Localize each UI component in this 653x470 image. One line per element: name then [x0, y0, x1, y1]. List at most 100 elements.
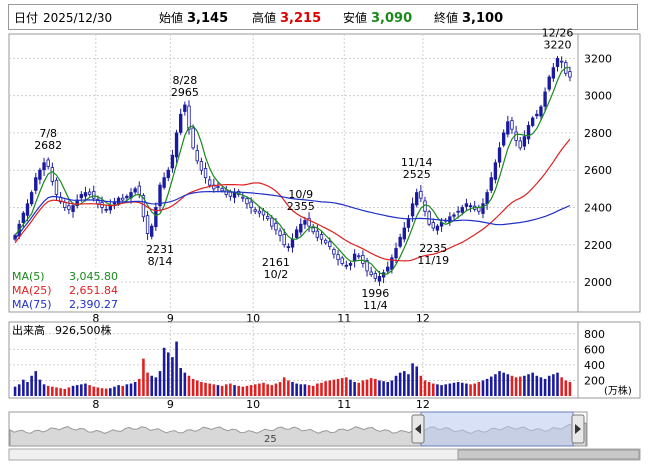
volume-bar [216, 385, 220, 396]
volume-bar [349, 379, 352, 396]
volume-bar [531, 372, 534, 396]
volume-bar [282, 377, 286, 396]
volume-bar [179, 368, 182, 396]
candle-body [257, 210, 262, 214]
volume-bar [88, 385, 91, 396]
candle-body [121, 197, 125, 201]
volume-bar [200, 382, 203, 396]
candle-body [452, 214, 456, 217]
candle-body [357, 255, 361, 258]
month-label: 9 [167, 398, 174, 411]
volume-bar [564, 380, 568, 396]
volume-bar [55, 387, 58, 396]
volume-bar [469, 384, 472, 396]
volume-bar [452, 382, 456, 396]
candle-body [199, 161, 204, 171]
volume-bar [229, 383, 232, 396]
volume-bar [440, 385, 443, 396]
candle-body [274, 222, 278, 231]
legend-ma75-label: MA(75) [12, 298, 52, 311]
candle-body [518, 140, 522, 149]
volume-bar [30, 375, 33, 396]
candle-body [170, 154, 175, 169]
candle-body [290, 238, 295, 248]
candle-body [539, 106, 543, 117]
volume-bar [436, 384, 439, 396]
navigator-left-handle[interactable] [411, 414, 425, 444]
volume-bar [477, 382, 481, 396]
candle-body [344, 264, 349, 267]
volume-bar [142, 358, 145, 396]
volume-bar [34, 371, 38, 396]
candle-body [568, 71, 572, 78]
month-label: 12 [416, 398, 430, 411]
volume-bar [485, 378, 489, 396]
candle-body [265, 216, 270, 220]
high-value: 3,215 [280, 11, 321, 26]
volume-bar [253, 384, 257, 396]
candle-body [50, 167, 55, 182]
volume-bar [113, 386, 116, 396]
volume-value: 926,500株 [55, 323, 112, 337]
candle-body [162, 177, 166, 188]
candle-body [29, 192, 34, 205]
navigator-selection[interactable] [420, 411, 574, 447]
price-tick-label: 3200 [584, 52, 612, 65]
volume-bar [146, 372, 149, 396]
volume-bar [543, 378, 547, 396]
volume-bar [502, 372, 505, 396]
volume-bar [427, 382, 431, 396]
volume-bar [75, 385, 79, 396]
candle-body [311, 227, 315, 233]
volume-bar [378, 380, 381, 396]
candle-body [179, 113, 183, 133]
candle-body [282, 233, 286, 246]
volume-bar [266, 384, 269, 396]
close-label: 終値 [434, 10, 458, 25]
volume-bar [535, 375, 539, 396]
volume-bar [398, 372, 402, 396]
volume-bar [84, 383, 87, 396]
volume-bar [336, 378, 340, 396]
candle-body [174, 132, 179, 158]
volume-bar [307, 385, 311, 396]
volume-bar [104, 388, 108, 396]
volume-bar [183, 372, 187, 396]
candle-body [431, 222, 435, 229]
candle-body [232, 192, 237, 198]
volume-bar [460, 382, 464, 396]
volume-bar [494, 374, 497, 396]
scrollbar-thumb[interactable] [457, 449, 640, 460]
candle-body [323, 239, 328, 244]
month-label: 10 [246, 398, 260, 411]
candle-body [485, 192, 489, 205]
volume-bar [42, 384, 46, 396]
candle-body [435, 225, 440, 231]
volume-bar [26, 382, 29, 396]
volume-bar [109, 388, 112, 396]
volume-bar [46, 385, 50, 396]
navigator-right-handle[interactable] [571, 414, 585, 444]
volume-bar [258, 383, 261, 396]
volume-bar [365, 379, 369, 396]
volume-bar [13, 386, 17, 396]
volume-bar [340, 378, 344, 396]
volume-bar [386, 382, 390, 396]
candle-body [410, 203, 415, 217]
candle-body [319, 234, 324, 240]
candle-body [369, 271, 373, 275]
volume-bar [320, 382, 323, 396]
volume-bar [96, 387, 100, 396]
volume-bar [67, 387, 71, 396]
month-axis-volume: 8 9 10 11 12 [92, 398, 430, 411]
low-label: 安値 [343, 10, 367, 25]
volume-bar [456, 382, 460, 396]
candle-body [195, 150, 199, 162]
volume-tick-label: 400 [584, 359, 605, 372]
ma-legend: MA(5) 3,045.80 MA(25) 2,651.84 MA(75) 2,… [10, 267, 120, 311]
candle-body [63, 202, 67, 208]
candle-body [510, 120, 514, 130]
candle-body [336, 254, 340, 261]
volume-bar [423, 380, 427, 396]
month-label: 11 [337, 398, 351, 411]
